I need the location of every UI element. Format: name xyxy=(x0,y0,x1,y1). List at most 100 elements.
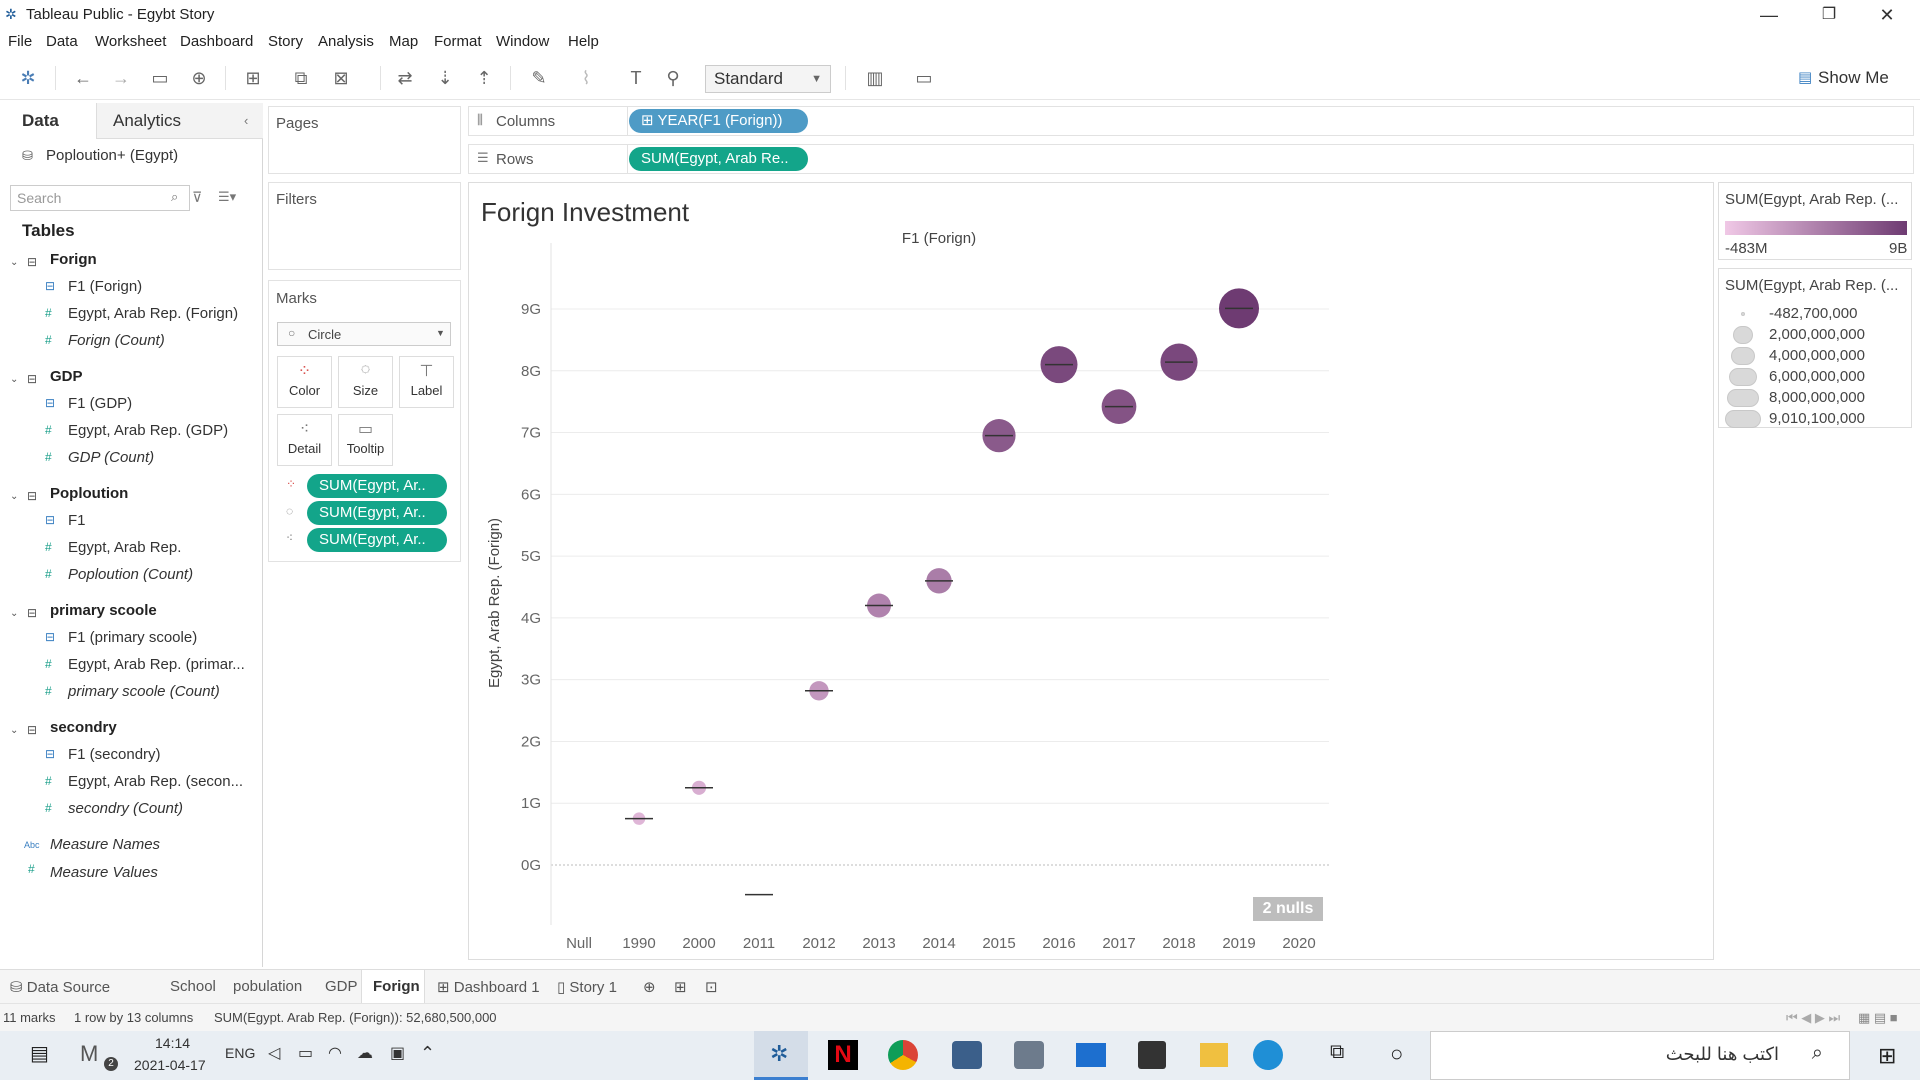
tab-gdp[interactable]: GDP xyxy=(325,978,358,995)
fix-axes-icon[interactable]: ⚲ xyxy=(662,67,684,89)
menu-data[interactable]: Data xyxy=(46,33,78,50)
field-item[interactable]: F1 (GDP) xyxy=(68,395,132,412)
tableau-taskbar-icon[interactable]: ✲ xyxy=(754,1031,808,1080)
columns-pill[interactable]: ⊞ YEAR(F1 (Forign)) xyxy=(629,109,808,133)
page-nav-icon[interactable]: ⏮ ◀ ▶ ⏭ xyxy=(1786,1010,1840,1026)
field-item[interactable]: Poploution (Count) xyxy=(68,566,193,583)
new-dashboard-tab-icon[interactable]: ⊞ xyxy=(674,978,687,996)
tab-forign[interactable]: Forign xyxy=(373,978,420,995)
menu-worksheet[interactable]: Worksheet xyxy=(95,33,166,50)
table-name[interactable]: secondry xyxy=(50,719,117,736)
field-item[interactable]: Egypt, Arab Rep. (primar... xyxy=(68,656,245,673)
minimize-button[interactable]: — xyxy=(1740,2,1798,28)
menu-story[interactable]: Story xyxy=(268,33,303,50)
datasource-name[interactable]: Poploution+ (Egypt) xyxy=(46,147,178,164)
tab-data[interactable]: Data xyxy=(22,111,59,131)
filter-icon[interactable]: ⊽ xyxy=(192,189,202,206)
tab-analytics[interactable]: Analytics xyxy=(113,111,181,131)
field-item[interactable]: Egypt, Arab Rep. xyxy=(68,539,181,556)
field-item[interactable]: F1 (Forign) xyxy=(68,278,142,295)
tab-dashboard-1[interactable]: ⊞ Dashboard 1 xyxy=(437,978,540,996)
highlight-icon[interactable]: ✎ xyxy=(528,67,550,89)
field-item[interactable]: primary scoole (Count) xyxy=(68,683,220,700)
field-item[interactable]: F1 (secondry) xyxy=(68,746,161,763)
chevron-up-icon[interactable]: ⌃ xyxy=(420,1043,435,1064)
detail-button[interactable]: ⁖ Detail xyxy=(277,414,332,466)
search-input[interactable]: Search ⌕ xyxy=(10,185,190,211)
restore-button[interactable]: ❐ xyxy=(1800,2,1858,28)
menu-analysis[interactable]: Analysis xyxy=(318,33,374,50)
wifi-icon[interactable]: ◠ xyxy=(328,1043,342,1063)
field-item[interactable]: Egypt, Arab Rep. (Forign) xyxy=(68,305,238,322)
tableau-home-icon[interactable]: ✲ xyxy=(17,67,39,89)
mark-type-dropdown[interactable]: ○ Circle ▼ xyxy=(277,322,451,346)
tooltip-button[interactable]: ▭ Tooltip xyxy=(338,414,393,466)
color-legend[interactable]: SUM(Egypt, Arab Rep. (... -483M 9B xyxy=(1718,182,1912,260)
save-icon[interactable]: ▭ xyxy=(149,67,171,89)
view-options-icon[interactable]: ☰▾ xyxy=(218,189,236,205)
table-name[interactable]: Poploution xyxy=(50,485,128,502)
redo-icon[interactable]: → xyxy=(110,67,132,89)
size-pill[interactable]: SUM(Egypt, Ar.. xyxy=(307,501,447,525)
group-icon[interactable]: ⌇ xyxy=(575,67,597,89)
expand-caret-icon[interactable]: ⌄ xyxy=(10,257,18,268)
new-worksheet-tab-icon[interactable]: ⊕ xyxy=(643,978,656,996)
menu-map[interactable]: Map xyxy=(389,33,418,50)
windows-start-icon[interactable]: ⊞ xyxy=(1878,1043,1896,1069)
edge-icon[interactable] xyxy=(1253,1040,1283,1070)
netflix-icon[interactable]: N xyxy=(828,1040,858,1070)
tab-school[interactable]: School xyxy=(170,978,216,995)
presentation-icon[interactable]: ▭ xyxy=(913,67,935,89)
field-item[interactable]: F1 (primary scoole) xyxy=(68,629,197,646)
chrome-icon[interactable] xyxy=(888,1040,918,1070)
expand-caret-icon[interactable]: ⌄ xyxy=(10,491,18,502)
label-button[interactable]: ⊤ Label xyxy=(399,356,454,408)
scatter-chart[interactable]: F1 (Forign) 9G 8G 7G 6G 5G 4G 3G 2G 1G 0G Egypt, Ar… xyxy=(469,183,1713,959)
table-name[interactable]: primary scoole xyxy=(50,602,157,619)
measure-names-field[interactable]: Measure Names xyxy=(50,836,160,853)
field-item[interactable]: Forign (Count) xyxy=(68,332,165,349)
table-name[interactable]: GDP xyxy=(50,368,83,385)
pages-shelf[interactable]: Pages xyxy=(268,106,461,174)
field-item[interactable]: Egypt, Arab Rep. (GDP) xyxy=(68,422,228,439)
tab-data-source[interactable]: ⛁ Data Source xyxy=(10,978,110,996)
nulls-badge[interactable]: 2 nulls xyxy=(1253,897,1323,921)
mail-icon[interactable] xyxy=(1076,1043,1106,1067)
label-icon[interactable]: T xyxy=(625,67,647,89)
onedrive-icon[interactable]: ☁ xyxy=(357,1043,373,1063)
expand-caret-icon[interactable]: ⌄ xyxy=(10,725,18,736)
field-item[interactable]: F1 xyxy=(68,512,86,529)
color-button[interactable]: ⁘ Color xyxy=(277,356,332,408)
field-item[interactable]: Egypt, Arab Rep. (secon... xyxy=(68,773,243,790)
sort-ascending-icon[interactable]: ⇣ xyxy=(434,67,456,89)
table-name[interactable]: Forign xyxy=(50,251,97,268)
rows-shelf[interactable]: ☰ Rows SUM(Egypt, Arab Re.. xyxy=(468,144,1914,174)
expand-caret-icon[interactable]: ⌄ xyxy=(10,608,18,619)
columns-shelf[interactable]: ⫼ Columns ⊞ YEAR(F1 (Forign)) xyxy=(468,106,1914,136)
fit-dropdown[interactable]: Standard ▼ xyxy=(705,65,831,93)
task-view-icon[interactable]: ⧉ xyxy=(1330,1041,1344,1064)
clock-time[interactable]: 14:14 xyxy=(155,1035,190,1051)
camera-icon[interactable] xyxy=(1014,1041,1044,1069)
taskbar-search[interactable]: اكتب هنا للبحث ⌕ xyxy=(1430,1031,1850,1080)
show-me-button[interactable]: Show Me xyxy=(1818,68,1889,88)
collapse-icon[interactable]: ‹ xyxy=(244,113,248,128)
clock-date[interactable]: 2021-04-17 xyxy=(134,1057,206,1073)
color-pill[interactable]: SUM(Egypt, Ar.. xyxy=(307,474,447,498)
menu-help[interactable]: Help xyxy=(568,33,599,50)
app-m-icon[interactable]: M xyxy=(80,1041,98,1067)
new-story-tab-icon[interactable]: ⊡ xyxy=(705,978,718,996)
expand-caret-icon[interactable]: ⌄ xyxy=(10,374,18,385)
sort-descending-icon[interactable]: ⇡ xyxy=(473,67,495,89)
close-button[interactable]: ✕ xyxy=(1858,2,1916,28)
language-indicator[interactable]: ENG xyxy=(225,1045,255,1061)
undo-icon[interactable]: ← xyxy=(72,67,94,89)
rows-pill[interactable]: SUM(Egypt, Arab Re.. xyxy=(629,147,808,171)
duplicate-sheet-icon[interactable]: ⧉ xyxy=(290,67,312,89)
size-legend[interactable]: SUM(Egypt, Arab Rep. (... -482,700,000 2,… xyxy=(1718,268,1912,428)
tab-pobulation[interactable]: pobulation xyxy=(233,978,302,995)
cortana-icon[interactable]: ○ xyxy=(1390,1041,1403,1067)
new-datasource-icon[interactable]: ⊕ xyxy=(188,67,210,89)
battery-icon[interactable]: ▭ xyxy=(298,1043,313,1063)
action-center-icon[interactable]: ▤ xyxy=(30,1041,49,1066)
